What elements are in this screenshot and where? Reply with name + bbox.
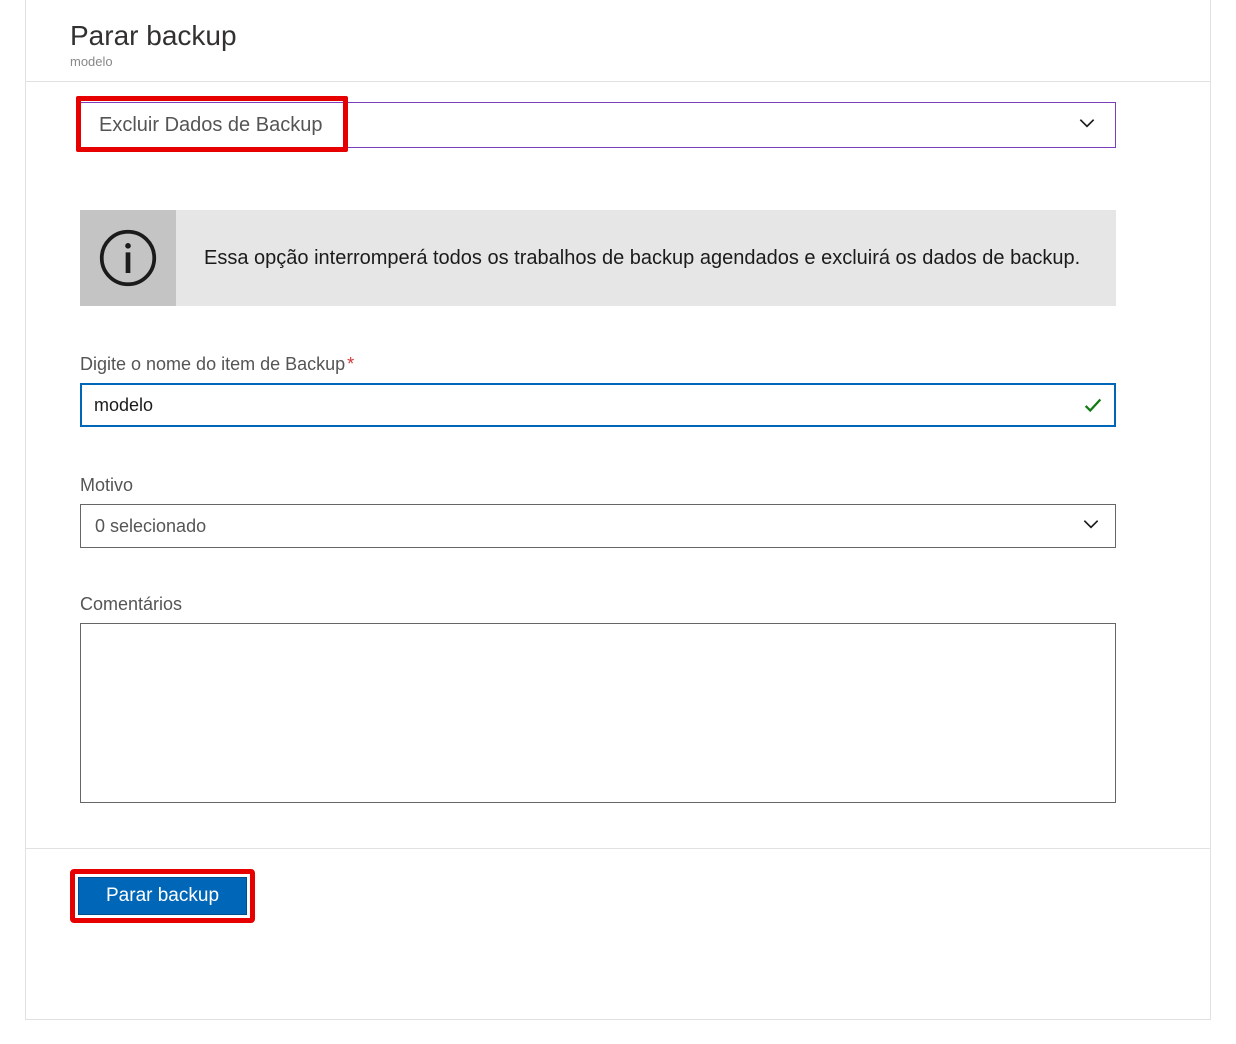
backup-action-dropdown[interactable]: Excluir Dados de Backup [80, 102, 1116, 148]
info-banner: Essa opção interromperá todos os trabalh… [80, 210, 1116, 306]
chevron-down-icon [1081, 514, 1101, 539]
info-icon [80, 210, 176, 306]
item-name-label: Digite o nome do item de Backup* [80, 354, 1116, 375]
comments-label: Comentários [80, 594, 1116, 615]
required-asterisk: * [347, 354, 354, 374]
item-name-input[interactable] [80, 383, 1116, 427]
page-title: Parar backup [70, 20, 1210, 52]
comments-textarea[interactable] [80, 623, 1116, 803]
chevron-down-icon [1077, 113, 1097, 138]
reason-dropdown-value: 0 selecionado [95, 516, 206, 537]
reason-dropdown[interactable]: 0 selecionado [80, 504, 1116, 548]
reason-label: Motivo [80, 475, 1116, 496]
stop-backup-button[interactable]: Parar backup [78, 877, 247, 915]
info-banner-text: Essa opção interromperá todos os trabalh… [176, 247, 1080, 270]
backup-action-dropdown-value: Excluir Dados de Backup [99, 114, 322, 137]
page-subtitle: modelo [70, 54, 1210, 69]
